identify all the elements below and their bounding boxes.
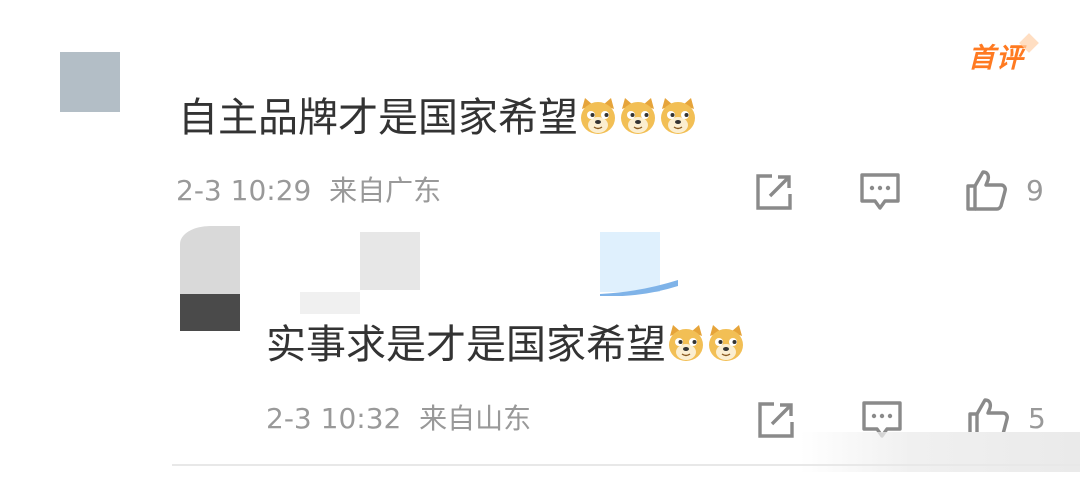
- like-count: 5: [1028, 402, 1046, 435]
- doge-emoji: [618, 95, 658, 137]
- comment-text: 自主品牌才是国家希望: [178, 95, 698, 138]
- username-mask: [300, 292, 360, 314]
- comment-time: 2-3 10:29: [176, 174, 312, 207]
- first-comment-badge: 首评: [968, 33, 1039, 75]
- comment-time: 2-3 10:32: [266, 402, 402, 435]
- doge-emoji: [706, 322, 746, 364]
- avatar[interactable]: [60, 52, 120, 112]
- username-mask: [360, 232, 420, 290]
- comment-meta: 2-3 10:29 来自广东: [176, 177, 441, 205]
- like-count: 9: [1026, 174, 1044, 207]
- doge-emoji: [666, 322, 706, 364]
- comment-location: 来自广东: [329, 174, 442, 207]
- share-icon[interactable]: [754, 398, 798, 442]
- user-badge: [600, 232, 678, 296]
- share-icon[interactable]: [752, 170, 796, 214]
- doge-emoji: [578, 95, 618, 137]
- divider: [172, 464, 1080, 466]
- fade-overlay: [800, 432, 1080, 472]
- avatar[interactable]: [180, 226, 240, 331]
- doge-emoji: [658, 95, 698, 137]
- comment-text: 实事求是才是国家希望: [266, 322, 746, 365]
- like-icon[interactable]: [964, 168, 1008, 212]
- comment-location: 来自山东: [419, 402, 532, 435]
- comment-icon[interactable]: [858, 170, 902, 214]
- comment-meta: 2-3 10:32 来自山东: [266, 405, 531, 433]
